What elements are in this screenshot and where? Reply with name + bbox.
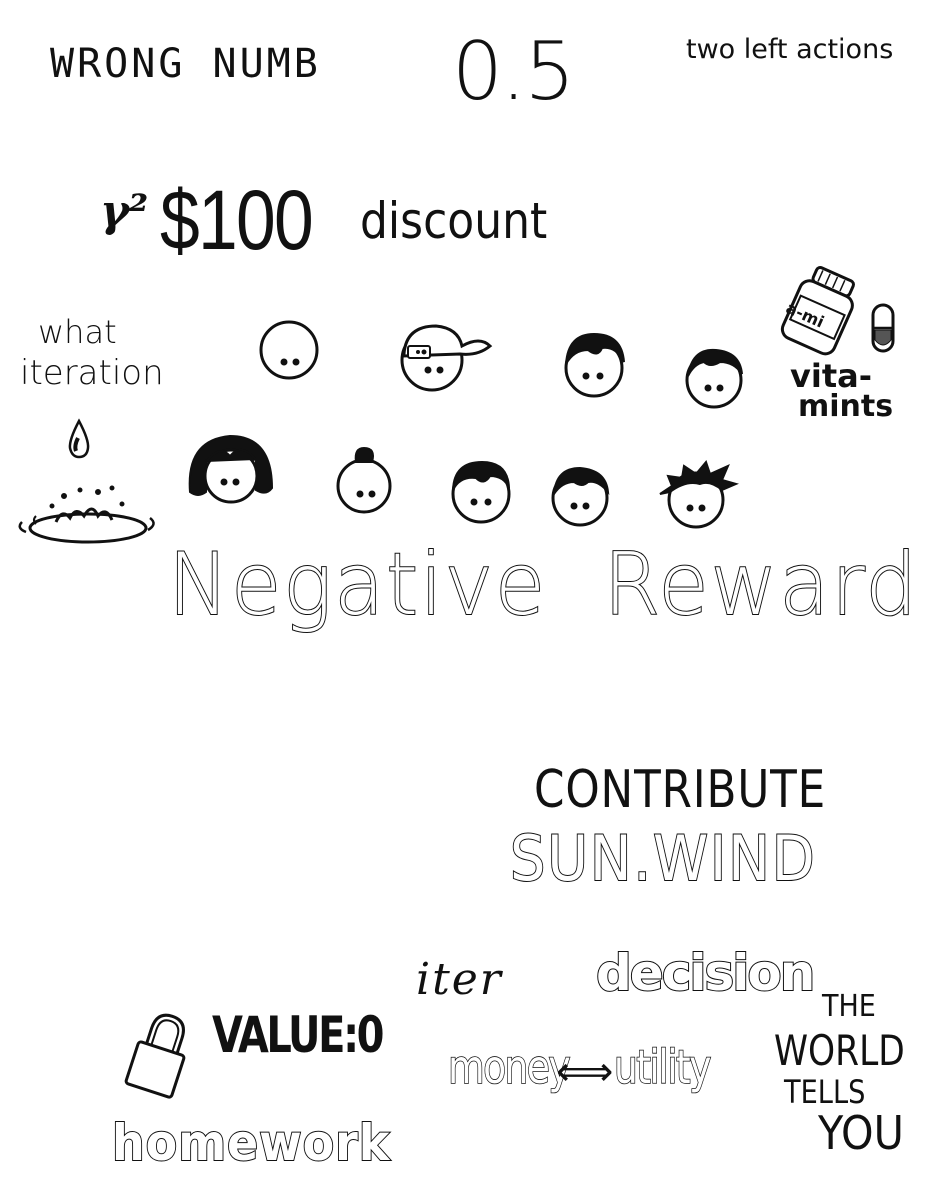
negative-reward-text: Negative Reward	[167, 535, 920, 635]
vita-text: vita-	[790, 357, 872, 395]
what-text: what	[38, 313, 117, 351]
wrong-numb-text: WRONG NUMB	[50, 41, 321, 87]
face-icon	[259, 320, 319, 380]
face-with-long-hair-icon	[188, 434, 274, 504]
face-with-spiky-hair-icon	[659, 459, 739, 529]
double-arrow-icon: ⟺	[556, 1049, 614, 1095]
iter-text: iter	[416, 954, 503, 1005]
hundred-dollar-amount: $100	[160, 173, 314, 267]
sun-wind-text: SUN.WIND	[509, 822, 817, 895]
the-text: THE	[822, 989, 876, 1024]
iteration-text: iteration	[20, 353, 164, 393]
you-text: YOU	[818, 1106, 904, 1160]
half-number: 0.5	[452, 25, 575, 118]
face-with-mohawk-icon	[336, 446, 392, 514]
decision-text: decision	[595, 944, 816, 1002]
contribute-text: CONTRIBUTE	[534, 760, 827, 820]
pill-icon	[871, 303, 895, 353]
mints-text: mints	[798, 389, 894, 424]
utility-text: utility	[613, 1040, 712, 1094]
tells-text: TELLS	[784, 1073, 866, 1111]
face-with-hair-icon	[551, 466, 610, 527]
two-left-actions-text: two left actions	[686, 34, 894, 65]
face-with-hair-icon	[685, 348, 743, 409]
face-with-cap-icon	[400, 324, 493, 392]
splash-icon	[18, 485, 155, 544]
lock-icon	[124, 1013, 186, 1099]
droplet-icon	[68, 418, 90, 459]
discount-word: discount	[360, 192, 548, 250]
gamma-squared-symbol: γ²	[100, 186, 149, 237]
money-text: money	[447, 1040, 571, 1094]
homework-text: homework	[111, 1114, 391, 1172]
face-with-hair-icon	[451, 460, 511, 524]
face-with-hair-icon	[564, 332, 625, 398]
value-zero-text: VALUE:0	[212, 1006, 384, 1064]
world-text: WORLD	[774, 1026, 905, 1075]
